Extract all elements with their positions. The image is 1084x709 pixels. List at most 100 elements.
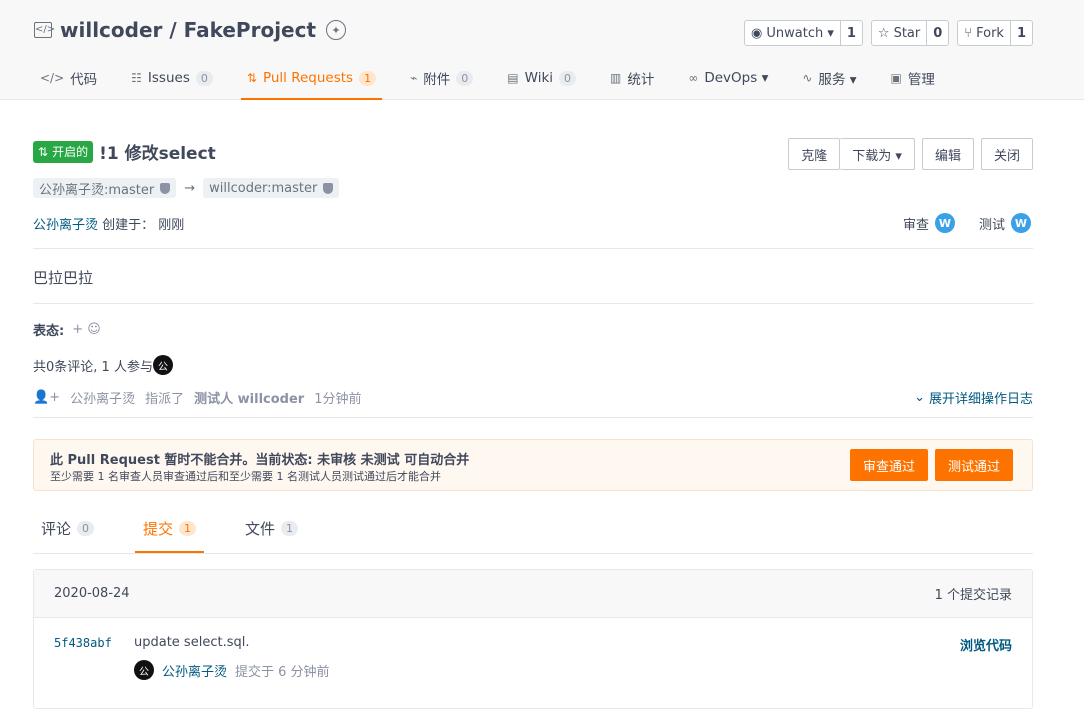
creator-link[interactable]: 公孙离子烫 xyxy=(33,218,98,233)
divider xyxy=(33,303,1033,304)
target-branch[interactable]: willcoder:master xyxy=(203,178,340,198)
commit-row: 5f438abf update select.sql. 浏览代码 公 公孙离子烫… xyxy=(34,618,1032,708)
subtab-label: 评论 xyxy=(41,519,72,538)
commit-author-link[interactable]: 公孙离子烫 xyxy=(162,661,227,680)
unwatch-button[interactable]: ◉ Unwatch ▾ 1 xyxy=(744,20,863,46)
expand-log-link[interactable]: ⌄ 展开详细操作日志 xyxy=(914,388,1033,407)
commit-author: 公 公孙离子烫 提交于 6 分钟前 xyxy=(134,660,330,680)
avatar[interactable]: 公 xyxy=(152,355,173,375)
tab-label: DevOps ▾ xyxy=(704,70,769,86)
devops-icon: ∞ xyxy=(688,71,699,85)
source-branch-label: 公孙离子烫:master xyxy=(39,182,155,198)
tab-label: Pull Requests xyxy=(262,70,354,86)
divider xyxy=(33,248,1033,249)
tab-wiki[interactable]: ▤ Wiki 0 xyxy=(501,58,582,100)
chevron-double-down-icon: ⌄ xyxy=(914,390,925,405)
reviewer-test[interactable]: 测试 W xyxy=(979,213,1031,233)
add-reaction-icon[interactable]: + ☺ xyxy=(72,322,101,337)
star-button[interactable]: ☆ Star 0 xyxy=(870,20,950,46)
browse-code-link[interactable]: 浏览代码 xyxy=(960,635,1012,654)
star-count[interactable]: 0 xyxy=(926,21,948,45)
tab-count: 0 xyxy=(456,70,474,86)
participants-text: 共0条评论, 1 人参与 xyxy=(33,359,153,375)
pr-body: 巴拉巴拉 xyxy=(33,269,94,287)
participants: 共0条评论, 1 人参与 公 xyxy=(33,355,173,375)
star-icon: ☆ xyxy=(877,25,890,41)
clone-button[interactable]: 克隆 xyxy=(788,138,841,170)
commit-date: 2020-08-24 xyxy=(54,586,130,601)
reviewer-label: 审查 xyxy=(902,217,929,233)
tab-label: 代码 xyxy=(70,72,98,88)
wiki-icon: ▤ xyxy=(507,71,519,85)
merge-status-box: 此 Pull Request 暂时不能合并。当前状态: 未审核 未测试 可自动合… xyxy=(33,439,1033,491)
tab-label: 统计 xyxy=(627,72,655,88)
activity-time: 1分钟前 xyxy=(314,392,362,407)
tab-label: 服务 ▾ xyxy=(818,72,857,88)
activity-user[interactable]: 公孙离子烫 xyxy=(70,388,135,407)
code-icon: </> xyxy=(40,71,65,85)
commit-message[interactable]: update select.sql. xyxy=(134,635,249,650)
shield-icon xyxy=(160,182,171,194)
pull-request-icon: ⇅ xyxy=(246,71,257,85)
subtab-count: 1 xyxy=(281,520,299,536)
tab-code[interactable]: </> 代码 xyxy=(34,58,103,100)
arrow-right-icon: → xyxy=(184,180,196,196)
pr-state-badge: ⇅ 开启的 xyxy=(33,140,94,163)
edit-button[interactable]: 编辑 xyxy=(921,138,974,170)
merge-status-title: 此 Pull Request 暂时不能合并。当前状态: 未审核 未测试 可自动合… xyxy=(50,453,470,468)
service-icon: ∿ xyxy=(802,71,813,85)
shield-icon xyxy=(323,182,334,194)
tab-stats[interactable]: ▥ 统计 xyxy=(604,58,660,100)
fork-label: Fork xyxy=(976,25,1004,41)
recommend-badge-icon: ✦ xyxy=(326,20,347,40)
tab-attachments[interactable]: ⌁ 附件 0 xyxy=(404,58,479,100)
tab-label: Wiki xyxy=(524,70,554,86)
repo-title: </> willcoder / FakeProject ✦ xyxy=(34,18,347,42)
tab-issues[interactable]: ☷ Issues 0 xyxy=(125,58,219,100)
pull-request-icon: ⇅ xyxy=(38,144,49,159)
tab-files[interactable]: 文件 1 xyxy=(237,505,306,553)
tab-count: 1 xyxy=(359,70,377,86)
merge-approve-buttons: 审查通过 测试通过 xyxy=(849,449,1013,481)
activity-target: 测试人 willcoder xyxy=(194,392,305,407)
pr-state-label: 开启的 xyxy=(52,145,89,159)
watch-count[interactable]: 1 xyxy=(839,21,862,45)
subtab-label: 提交 xyxy=(143,519,174,538)
source-branch[interactable]: 公孙离子烫:master xyxy=(33,178,177,198)
commit-list: 2020-08-24 1 个提交记录 5f438abf update selec… xyxy=(33,569,1033,709)
reviewer-review[interactable]: 审查 W xyxy=(903,213,955,233)
avatar: W xyxy=(934,213,955,233)
manage-icon: ▣ xyxy=(890,71,902,85)
activity-verb: 指派了 xyxy=(145,392,185,407)
tab-label: 附件 xyxy=(423,72,451,88)
close-pr-button[interactable]: 关闭 xyxy=(980,138,1033,170)
tab-pull-requests[interactable]: ⇅ Pull Requests 1 xyxy=(240,58,383,100)
tab-count: 0 xyxy=(195,70,213,86)
tab-commits[interactable]: 提交 1 xyxy=(135,505,205,553)
tab-comments[interactable]: 评论 0 xyxy=(33,505,102,553)
divider xyxy=(33,417,1033,418)
approve-review-button[interactable]: 审查通过 xyxy=(849,449,928,481)
repo-header: </> willcoder / FakeProject ✦ ◉ Unwatch ▾… xyxy=(0,0,1084,100)
subtab-label: 文件 xyxy=(245,519,276,538)
star-label: Star xyxy=(893,25,921,41)
download-dropdown[interactable]: 下载为 ▾ xyxy=(840,138,915,170)
avatar[interactable]: 公 xyxy=(134,660,154,680)
pr-subtabs: 评论 0 提交 1 文件 1 xyxy=(33,505,1033,554)
tab-services[interactable]: ∿ 服务 ▾ xyxy=(796,58,862,100)
tab-devops[interactable]: ∞ DevOps ▾ xyxy=(682,58,774,100)
branch-info: 公孙离子烫:master → willcoder:master xyxy=(33,178,340,198)
commit-sha-link[interactable]: 5f438abf xyxy=(54,636,112,650)
fork-count[interactable]: 1 xyxy=(1009,21,1032,45)
fork-button[interactable]: ⑂ Fork 1 xyxy=(957,20,1033,46)
tab-manage[interactable]: ▣ 管理 xyxy=(885,58,941,100)
reactions-label: 表态: xyxy=(33,324,65,339)
approve-test-button[interactable]: 测试通过 xyxy=(934,449,1013,481)
tab-label: Issues xyxy=(147,70,190,86)
stats-icon: ▥ xyxy=(610,71,622,85)
repo-name-link[interactable]: willcoder / FakeProject xyxy=(60,18,316,42)
eye-icon: ◉ xyxy=(751,25,763,41)
repo-actions: ◉ Unwatch ▾ 1 ☆ Star 0 ⑂ Fork 1 xyxy=(744,20,1033,46)
reviewer-label: 测试 xyxy=(978,217,1005,233)
pr-title: !1 修改select xyxy=(99,144,216,164)
